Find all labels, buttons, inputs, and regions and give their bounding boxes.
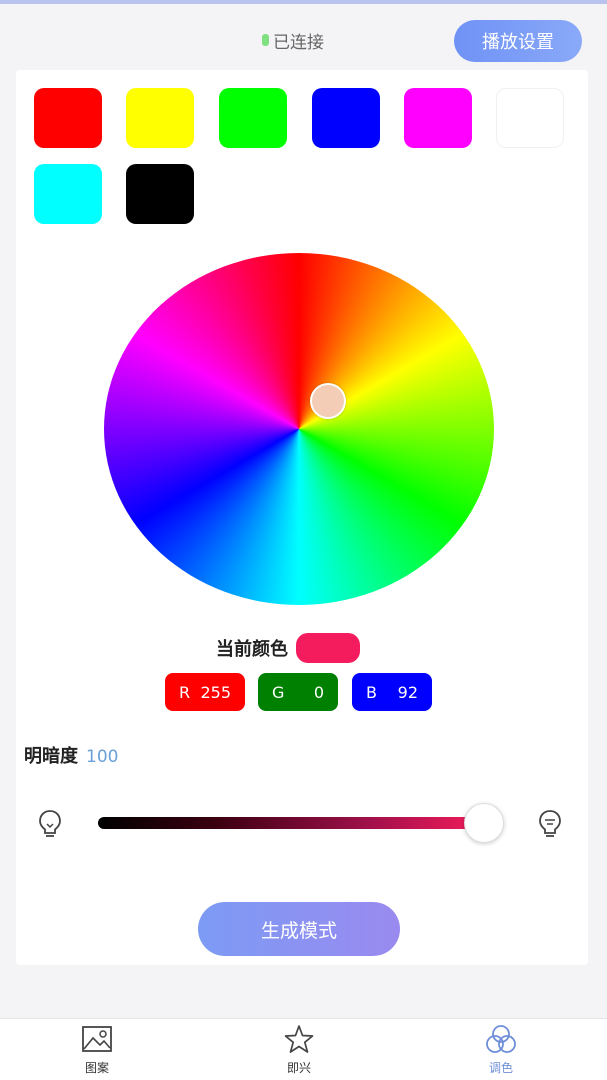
color-wheel-gradient[interactable] (104, 253, 494, 605)
brightness-slider-thumb[interactable] (464, 803, 504, 843)
bulb-bright-icon (539, 810, 561, 837)
image-icon (82, 1026, 112, 1052)
swatch-white[interactable] (496, 88, 564, 148)
brightness-slider-track[interactable] (98, 817, 484, 829)
g-value-chip: G 0 (258, 673, 338, 711)
brightness-label: 明暗度 (24, 746, 78, 767)
connected-indicator-icon (262, 34, 269, 46)
nav-item-pattern-label: 图案 (84, 1061, 109, 1075)
star-icon (284, 1025, 314, 1053)
bottom-nav: 图案 即兴 调色 (0, 1018, 607, 1080)
bulb-dim-icon (39, 810, 61, 837)
swatch-magenta[interactable] (404, 88, 472, 148)
play-settings-button[interactable]: 播放设置 (454, 20, 582, 62)
current-color: 当前颜色 (216, 633, 360, 663)
b-value-chip: B 92 (352, 673, 432, 711)
header: 已连接 播放设置 (0, 4, 607, 66)
connection-status-text: 已连接 (273, 32, 324, 53)
nav-item-palette-label: 调色 (488, 1061, 513, 1075)
r-label: R (179, 682, 191, 702)
g-label: G (272, 682, 285, 702)
b-value: 92 (397, 682, 418, 702)
nav-item-improv-label: 即兴 (286, 1061, 311, 1075)
g-value: 0 (313, 682, 324, 702)
color-wheel-handle[interactable] (310, 383, 346, 419)
swatch-red[interactable] (34, 88, 102, 148)
swatch-cyan[interactable] (34, 164, 102, 224)
r-value-chip: R 255 (165, 673, 245, 711)
swatch-black[interactable] (126, 164, 194, 224)
color-panel: 当前颜色 R 255 G 0 B 92 明暗度 100 生成模式 (16, 70, 588, 965)
brightness-value: 100 (86, 747, 119, 767)
nav-item-palette[interactable]: 调色 (461, 1023, 541, 1079)
color-wheel[interactable] (104, 253, 494, 605)
r-value: 255 (200, 682, 231, 702)
current-color-chip (296, 633, 360, 663)
current-color-label: 当前颜色 (216, 639, 288, 660)
generate-mode-button[interactable]: 生成模式 (198, 902, 400, 956)
b-label: B (366, 682, 377, 702)
nav-item-pattern[interactable]: 图案 (57, 1023, 137, 1079)
swatch-blue[interactable] (312, 88, 380, 148)
swatch-yellow[interactable] (126, 88, 194, 148)
swatch-green[interactable] (219, 88, 287, 148)
brightness-row: 明暗度 100 (24, 742, 118, 768)
nav-item-improv[interactable]: 即兴 (259, 1023, 339, 1079)
connection-status: 已连接 (262, 28, 324, 53)
palette-circles-icon (486, 1025, 516, 1053)
